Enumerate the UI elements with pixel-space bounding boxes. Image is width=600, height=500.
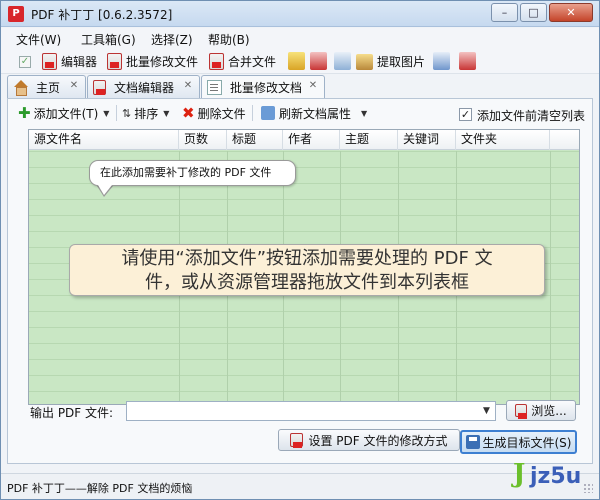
- chevron-down-icon: ▼: [361, 108, 368, 118]
- extract-images-label: 提取图片: [377, 55, 426, 69]
- menu-bar: 文件(W) 工具箱(G) 选择(Z) 帮助(B): [1, 28, 599, 49]
- tab-document-editor-close-icon[interactable]: ✕: [182, 81, 194, 93]
- generate-target-button[interactable]: 生成目标文件(S): [460, 430, 577, 454]
- app-window: P PDF 补丁丁 [0.6.2.3572] – □ ✕ 文件(W) 工具箱(G…: [0, 0, 600, 500]
- grid-column-line: [550, 151, 551, 404]
- pdf-doc-editor-icon: [93, 79, 106, 95]
- toolbar-separator: [252, 105, 253, 121]
- minimize-button[interactable]: –: [491, 3, 518, 22]
- refresh-properties-label: 刷新文档属性: [279, 106, 352, 121]
- clear-before-add-checkbox[interactable]: ✓: [459, 108, 472, 121]
- add-files-label: 添加文件(T): [33, 106, 99, 121]
- modify-settings-label: 设置 PDF 文件的修改方式: [308, 433, 448, 448]
- delete-files-button[interactable]: ✖ 删除文件: [182, 104, 246, 122]
- editor-button[interactable]: 编辑器: [42, 52, 97, 71]
- watermark-text: jz5u: [530, 464, 582, 489]
- title-bar: P PDF 补丁丁 [0.6.2.3572] – □ ✕: [1, 1, 599, 27]
- column-header-source[interactable]: 源文件名: [29, 130, 179, 150]
- column-header-title[interactable]: 标题: [227, 130, 283, 150]
- column-header-subject[interactable]: 主题: [340, 130, 398, 150]
- add-files-button[interactable]: ✚ 添加文件(T) ▼: [18, 104, 109, 122]
- tooltip-tail: [98, 185, 112, 195]
- tab-batch-modify-label: 批量修改文档: [230, 81, 303, 95]
- tab-batch-modify[interactable]: 批量修改文档 ✕: [201, 75, 325, 99]
- app-icon: P: [8, 6, 24, 22]
- watermark-j: J: [513, 459, 526, 489]
- add-files-tooltip: 在此添加需要补丁修改的 PDF 文件: [89, 160, 296, 186]
- extract-images-button[interactable]: 提取图片: [356, 52, 425, 71]
- plus-icon: ✚: [18, 104, 31, 122]
- clear-before-add-label: 添加文件前清空列表: [477, 109, 586, 123]
- output-pdf-label: 输出 PDF 文件:: [30, 406, 114, 420]
- merge-files-button[interactable]: 合并文件: [209, 52, 276, 71]
- refresh-properties-button[interactable]: 刷新文档属性 ▼: [261, 104, 367, 122]
- bookmark-tool-icon[interactable]: [288, 52, 305, 70]
- sort-icon: ⇅: [122, 106, 132, 120]
- menu-select[interactable]: 选择(Z): [151, 31, 193, 48]
- batch-modify-label: 批量修改文件: [126, 55, 199, 69]
- image-icon: [356, 53, 373, 70]
- pdf-merge-icon: [209, 53, 224, 70]
- file-list-toolbar: ✚ 添加文件(T) ▼ ⇅ 排序 ▼ ✖ 删除文件 刷新文档属性 ▼ ✓ 添加文…: [12, 102, 588, 124]
- tab-document-editor-label: 文档编辑器: [114, 80, 175, 95]
- refresh-icon: [261, 106, 275, 120]
- file-list[interactable]: 源文件名 页数 标题 作者 主题 关键词 文件夹 在此添加需要补丁修改的 PDF…: [28, 129, 580, 405]
- pdf-editor-icon: [42, 53, 57, 70]
- delete-icon: ✖: [182, 104, 195, 122]
- tab-home-label: 主页: [36, 80, 61, 95]
- tab-batch-modify-close-icon[interactable]: ✕: [307, 81, 319, 93]
- document-icon: [207, 80, 222, 95]
- browse-button-label: 浏览...: [531, 404, 567, 418]
- sort-button[interactable]: ⇅ 排序 ▼: [122, 104, 169, 122]
- chevron-down-icon[interactable]: ▼: [478, 402, 495, 420]
- batch-modify-button[interactable]: 批量修改文件: [107, 52, 198, 71]
- generate-target-label: 生成目标文件(S): [482, 435, 572, 450]
- pdf-settings-icon: [290, 433, 304, 448]
- convert-tool-icon[interactable]: [433, 52, 450, 70]
- chevron-down-icon: ▼: [103, 108, 110, 118]
- chevron-down-icon: ▼: [163, 108, 170, 118]
- menu-file[interactable]: 文件(W): [16, 31, 61, 48]
- toolbar-separator: [116, 105, 117, 121]
- column-header-author[interactable]: 作者: [283, 130, 340, 150]
- check-icon: ✓: [19, 55, 31, 68]
- window-title: PDF 补丁丁 [0.6.2.3572]: [31, 8, 173, 22]
- modify-settings-button[interactable]: 设置 PDF 文件的修改方式: [278, 429, 460, 451]
- menu-tools[interactable]: 工具箱(G): [81, 31, 136, 48]
- home-icon: [13, 79, 28, 96]
- drop-hint-box: 请使用“添加文件”按钮添加需要处理的 PDF 文 件，或从资源管理器拖放文件到本…: [69, 244, 545, 296]
- drop-hint-line-1: 请使用“添加文件”按钮添加需要处理的 PDF 文: [121, 248, 493, 269]
- tab-home[interactable]: 主页 ✕: [7, 75, 86, 98]
- tab-document-editor[interactable]: 文档编辑器 ✕: [87, 75, 200, 98]
- editor-button-label: 编辑器: [61, 55, 98, 69]
- toolbar-check-icon[interactable]: ✓: [19, 52, 31, 71]
- pdf-tool-icon[interactable]: [310, 52, 327, 70]
- sort-label: 排序: [134, 106, 159, 121]
- status-text: PDF 补丁丁——解除 PDF 文档的烦恼: [7, 482, 193, 495]
- column-header-keywords[interactable]: 关键词: [398, 130, 456, 150]
- browse-button[interactable]: 浏览...: [506, 400, 576, 421]
- pdf-browse-icon: [515, 404, 528, 419]
- column-header-pages[interactable]: 页数: [179, 130, 227, 150]
- menu-help[interactable]: 帮助(B): [208, 31, 250, 48]
- output-pdf-combobox[interactable]: ▼: [126, 401, 496, 421]
- close-button[interactable]: ✕: [549, 3, 593, 22]
- batch-modify-panel: ✚ 添加文件(T) ▼ ⇅ 排序 ▼ ✖ 删除文件 刷新文档属性 ▼ ✓ 添加文…: [7, 98, 593, 464]
- main-toolbar: ✓ 编辑器 批量修改文件 合并文件 提取图片: [1, 49, 599, 74]
- delete-files-label: 删除文件: [197, 106, 246, 121]
- maximize-button[interactable]: □: [520, 3, 547, 22]
- save-icon: [465, 435, 480, 449]
- export-tool-icon[interactable]: [459, 52, 476, 70]
- document-tool-icon[interactable]: [334, 52, 351, 70]
- window-controls: – □ ✕: [489, 3, 593, 23]
- tab-home-close-icon[interactable]: ✕: [68, 81, 80, 93]
- pdf-batch-icon: [107, 53, 122, 70]
- column-header-folder[interactable]: 文件夹: [456, 130, 550, 150]
- site-watermark-logo: J jz5u: [513, 459, 593, 489]
- drop-hint-line-2: 件，或从资源管理器拖放文件到本列表框: [145, 272, 469, 293]
- file-list-header: 源文件名 页数 标题 作者 主题 关键词 文件夹: [29, 130, 579, 150]
- status-bar: PDF 补丁丁——解除 PDF 文档的烦恼: [1, 473, 599, 499]
- merge-files-label: 合并文件: [228, 55, 277, 69]
